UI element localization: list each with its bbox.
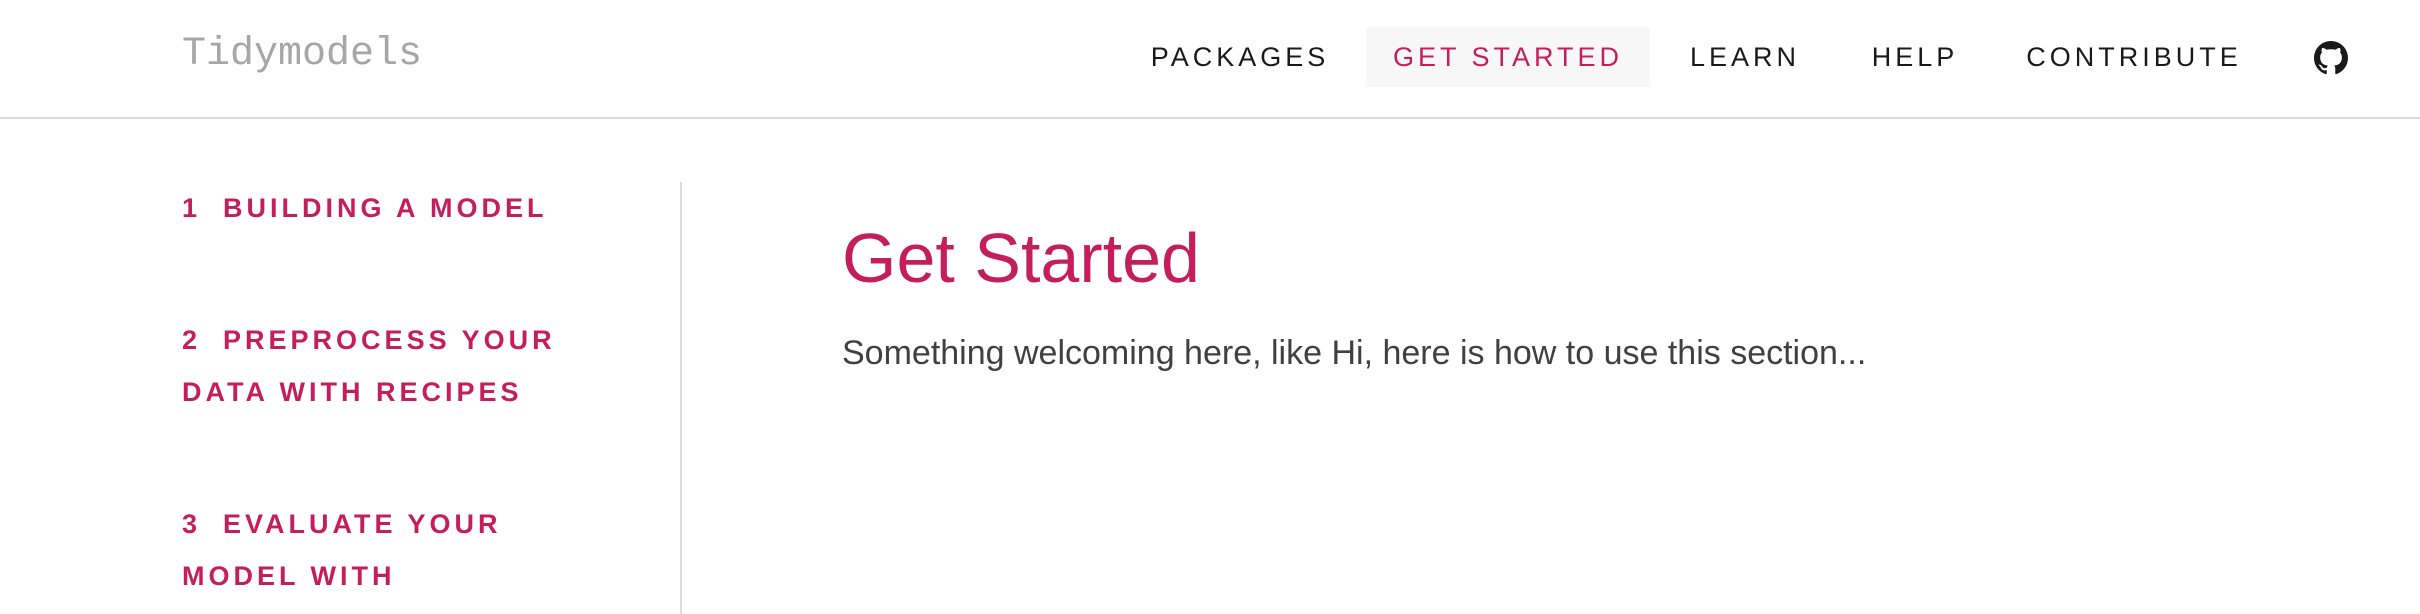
nav-learn[interactable]: LEARN [1690,27,1800,87]
toc-item-label: BUILDING A MODEL [223,193,548,223]
page-title: Get Started [842,219,1200,297]
nav-help[interactable]: HELP [1870,27,1960,87]
toc-sidebar: 1 BUILDING A MODEL 2 PREPROCESS YOUR DATA … [182,182,662,614]
main-content: Get Started Something welcoming here, li… [842,208,2242,378]
toc-item-evaluate-model[interactable]: 3 EVALUATE YOUR MODEL WITH [182,498,582,602]
site-header: Tidymodels PACKAGES GET STARTED LEARN HE… [0,0,2420,119]
nav-packages[interactable]: PACKAGES [1150,27,1330,87]
toc-item-building-a-model[interactable]: 1 BUILDING A MODEL [182,182,582,234]
toc-item-number: 1 [182,193,202,223]
toc-item-number: 2 [182,325,202,355]
github-icon[interactable] [2314,41,2348,75]
top-nav: PACKAGES GET STARTED LEARN HELP CONTRIBU… [0,27,2420,87]
sidebar-divider [680,182,682,614]
toc-item-label: EVALUATE YOUR MODEL WITH [182,509,502,591]
toc-item-preprocess-data[interactable]: 2 PREPROCESS YOUR DATA WITH RECIPES [182,314,582,418]
toc-item-number: 3 [182,509,202,539]
nav-get-started[interactable]: GET STARTED [1366,27,1650,87]
toc-item-label: PREPROCESS YOUR DATA WITH RECIPES [182,325,556,407]
intro-text: Something welcoming here, like Hi, here … [842,334,1867,372]
nav-contribute[interactable]: CONTRIBUTE [2026,27,2242,87]
